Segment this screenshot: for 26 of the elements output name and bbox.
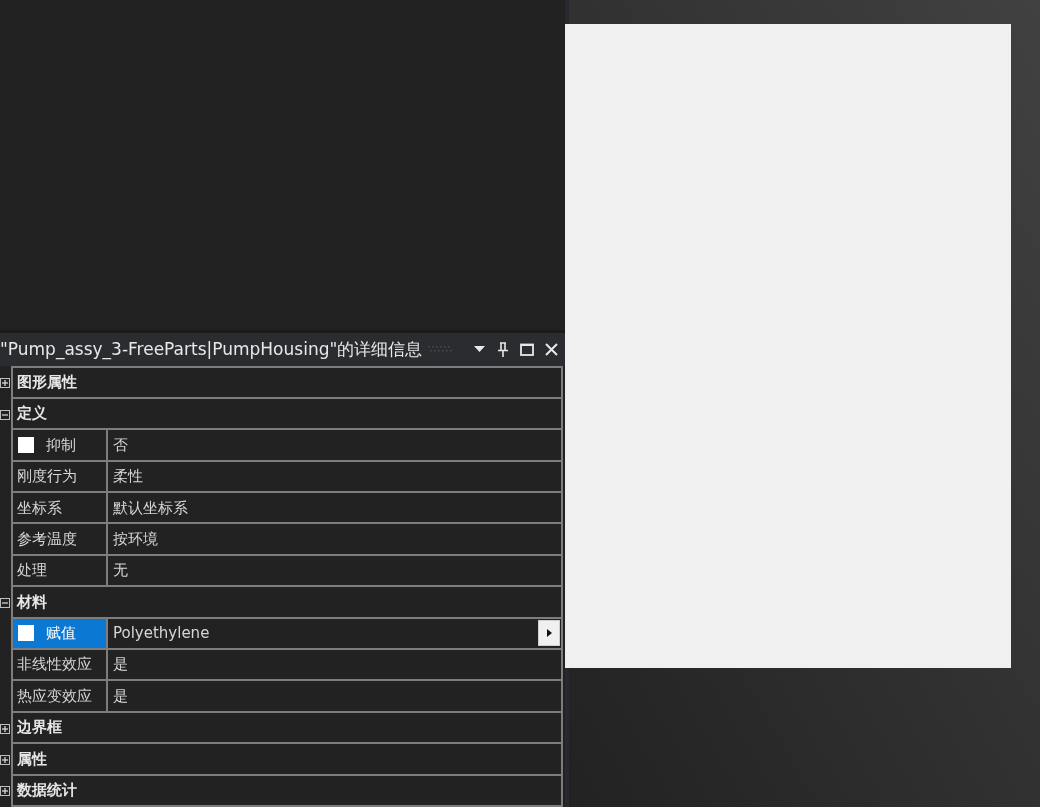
- group-header[interactable]: 边界框: [11, 712, 563, 745]
- caret-down-icon: [473, 346, 485, 353]
- property-label: 抑制: [46, 434, 76, 456]
- group-header[interactable]: 数据统计: [11, 775, 563, 807]
- plus-box-icon[interactable]: [0, 786, 10, 797]
- panel-title: "Pump_assy_3-FreeParts|PumpHousing"的详细信息: [0, 337, 423, 362]
- checkbox[interactable]: [18, 625, 34, 642]
- group-header[interactable]: 材料: [11, 587, 563, 619]
- flyout-button[interactable]: [538, 620, 560, 647]
- minus-box-icon[interactable]: [0, 597, 10, 608]
- group-header[interactable]: 定义: [11, 398, 563, 431]
- property-value: Polyethylene: [113, 623, 210, 645]
- grip-icon[interactable]: [428, 345, 453, 354]
- group-header[interactable]: 图形属性: [11, 367, 563, 399]
- caret-right-icon: [546, 629, 552, 638]
- checkbox[interactable]: [18, 437, 34, 453]
- pin-icon: [498, 341, 508, 357]
- minus-box-icon[interactable]: [0, 409, 10, 420]
- property-name-cell[interactable]: 赋值: [13, 618, 108, 649]
- close-icon: [544, 342, 558, 356]
- maximize-icon: [520, 342, 534, 356]
- property-label: 赋值: [46, 623, 76, 645]
- plus-box-icon[interactable]: [0, 378, 10, 389]
- plus-box-icon[interactable]: [0, 723, 10, 734]
- group-header[interactable]: 属性: [11, 744, 563, 776]
- plus-box-icon[interactable]: [0, 754, 10, 765]
